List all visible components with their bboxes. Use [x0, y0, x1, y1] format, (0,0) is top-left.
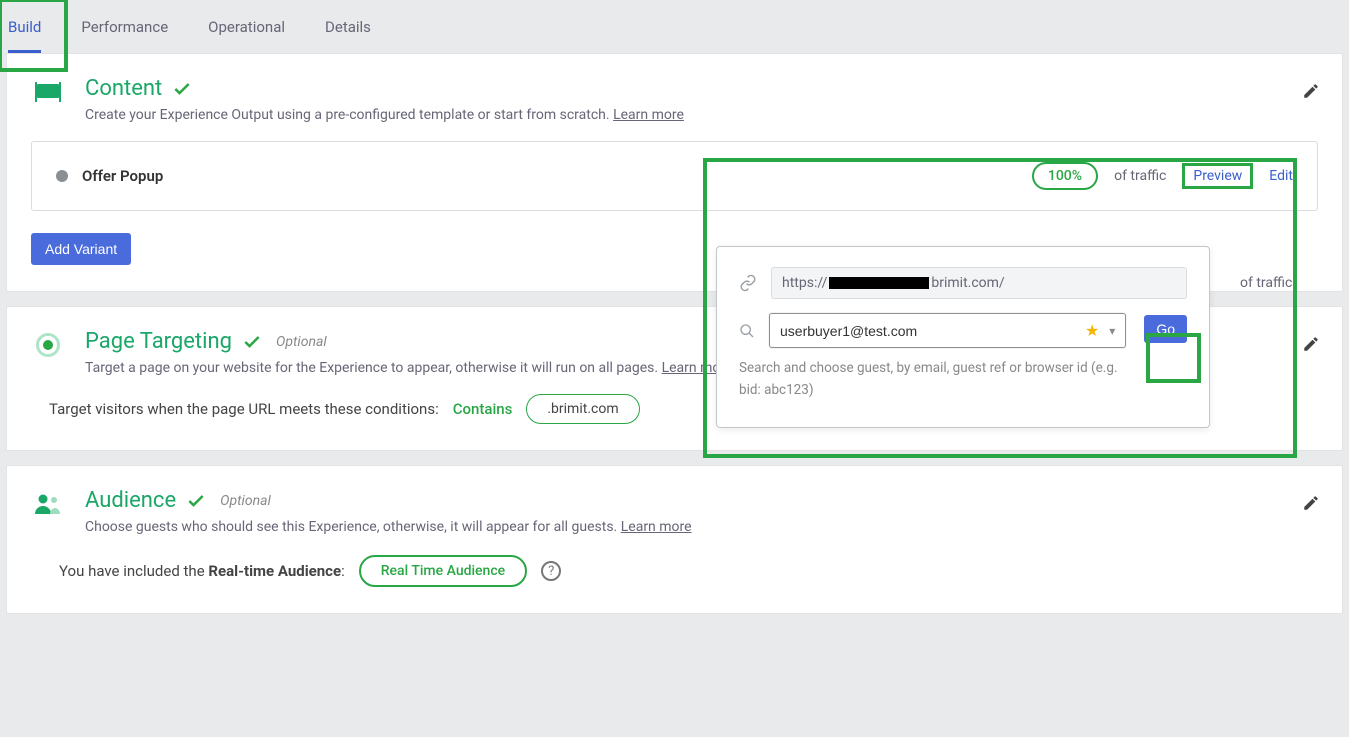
preview-popup: https:// brimit.com/ ★ ▾ Search and choo…	[716, 246, 1210, 428]
tab-build[interactable]: Build	[8, 0, 41, 53]
audience-icon	[31, 488, 65, 516]
preview-link[interactable]: Preview	[1193, 168, 1242, 184]
audience-title: Audience	[85, 488, 176, 513]
billboard-icon	[34, 80, 62, 104]
people-icon	[33, 492, 63, 516]
pencil-icon	[1302, 335, 1320, 353]
tab-performance[interactable]: Performance	[81, 0, 168, 53]
url-suffix: brimit.com/	[931, 275, 1004, 291]
tab-bar: Build Performance Operational Details	[0, 0, 1349, 53]
audience-learn-more-link[interactable]: Learn more	[621, 519, 692, 535]
guest-search-help: Search and choose guest, by email, guest…	[739, 358, 1126, 401]
targeting-icon	[31, 329, 65, 357]
content-title: Content	[85, 76, 162, 101]
edit-variant-link[interactable]: Edit	[1269, 168, 1293, 184]
pencil-icon	[1302, 494, 1320, 512]
content-icon	[31, 76, 65, 104]
check-icon	[242, 332, 262, 352]
audience-body-bold: Real-time Audience	[208, 562, 341, 580]
variant-name: Offer Popup	[82, 167, 163, 185]
targeting-title: Page Targeting	[85, 329, 232, 354]
targeting-value-pill[interactable]: .brimit.com	[526, 394, 639, 424]
audience-subtitle: Choose guests who should see this Experi…	[85, 519, 617, 535]
check-icon	[172, 79, 192, 99]
targeting-optional-label: Optional	[276, 334, 327, 350]
content-subtitle: Create your Experience Output using a pr…	[85, 107, 610, 123]
edit-audience-button[interactable]	[1302, 494, 1320, 512]
link-icon	[739, 274, 757, 292]
check-icon	[186, 491, 206, 511]
chevron-down-icon[interactable]: ▾	[1109, 324, 1115, 338]
url-redacted	[829, 277, 929, 289]
tab-details[interactable]: Details	[325, 0, 371, 53]
variant-row: Offer Popup 100% of traffic Preview Edit	[31, 141, 1318, 211]
search-icon	[739, 323, 755, 339]
variant-status-dot-icon	[56, 170, 68, 182]
go-button[interactable]: Go	[1144, 315, 1187, 343]
targeting-operator[interactable]: Contains	[453, 400, 513, 418]
pencil-icon	[1302, 82, 1320, 100]
targeting-subtitle: Target a page on your website for the Ex…	[85, 360, 658, 376]
audience-panel: Audience Optional Choose guests who shou…	[6, 465, 1343, 614]
of-traffic-label: of traffic	[1114, 168, 1166, 184]
audience-pill[interactable]: Real Time Audience	[359, 555, 527, 587]
audience-body-text: You have included the Real-time Audience…	[59, 562, 345, 580]
guest-search-input[interactable]	[780, 323, 1075, 339]
content-learn-more-link[interactable]: Learn more	[613, 107, 684, 123]
preview-url-field[interactable]: https:// brimit.com/	[771, 267, 1187, 299]
of-traffic-label-2: of traffic	[1240, 275, 1292, 291]
guest-search-field[interactable]: ★ ▾	[769, 313, 1126, 348]
help-icon[interactable]: ?	[541, 561, 561, 581]
audience-optional-label: Optional	[220, 493, 271, 509]
targeting-condition-prefix: Target visitors when the page URL meets …	[49, 400, 439, 418]
star-icon: ★	[1085, 321, 1099, 340]
traffic-percentage: 100%	[1032, 162, 1098, 190]
add-variant-button[interactable]: Add Variant	[31, 233, 131, 265]
edit-targeting-button[interactable]	[1302, 335, 1320, 353]
audience-body-prefix: You have included the	[59, 562, 208, 580]
edit-content-button[interactable]	[1302, 82, 1320, 100]
url-prefix: https://	[782, 275, 827, 291]
tab-operational[interactable]: Operational	[208, 0, 285, 53]
